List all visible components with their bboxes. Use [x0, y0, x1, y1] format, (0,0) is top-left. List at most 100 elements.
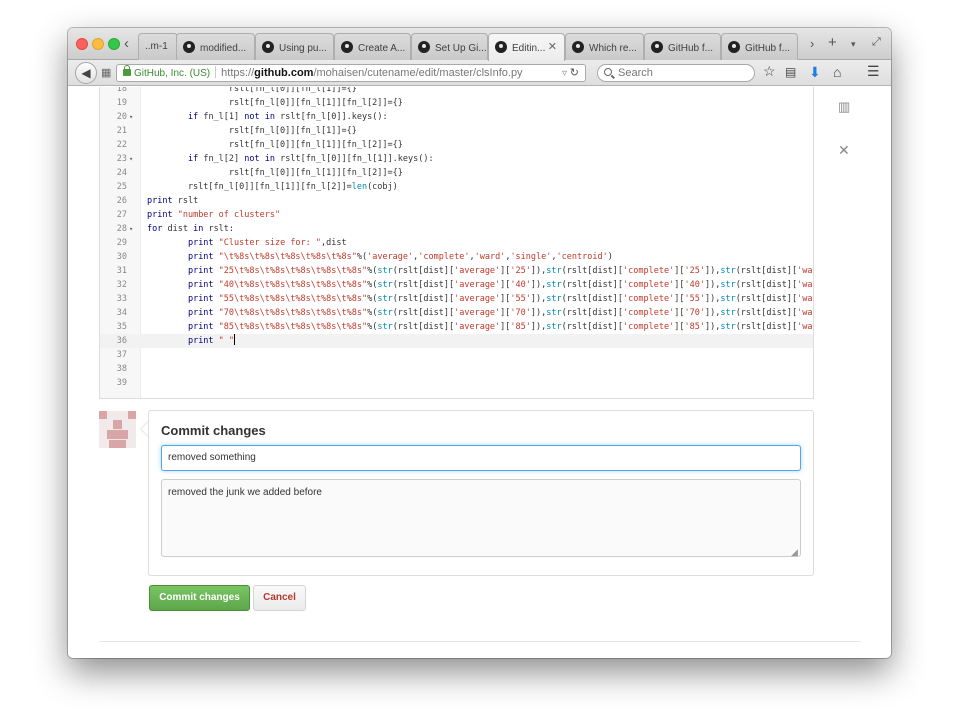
downloads-icon[interactable]: ⬇ — [809, 64, 821, 81]
code-line[interactable]: 31 print "25\t%8s\t%8s\t%8s\t%8s\t%8s"%(… — [100, 264, 813, 278]
github-icon — [572, 41, 584, 53]
site-identity[interactable]: GitHub, Inc. (US) — [134, 68, 210, 79]
code-line[interactable]: 38 — [100, 362, 813, 376]
new-tab-button[interactable]: + — [828, 34, 837, 51]
browser-tab[interactable]: Set Up Gi... — [411, 33, 488, 60]
code-token: "40\t%8s\t%8s\t%8s\t%8s\t%8s" — [218, 280, 368, 290]
browser-tab[interactable]: Which re... — [565, 33, 644, 60]
browser-tab[interactable]: Create A... — [334, 33, 411, 60]
code-token: (cobj) — [367, 182, 398, 192]
line-number: 32 — [116, 280, 127, 290]
home-icon[interactable]: ⌂ — [833, 64, 841, 80]
line-number: 39 — [116, 378, 127, 388]
commit-form-title: Commit changes — [161, 423, 266, 438]
search-field[interactable]: Search — [597, 64, 755, 82]
code-token: %( — [367, 322, 378, 332]
navigation-bar: ◀ ▦ GitHub, Inc. (US) https://github.com/… — [68, 60, 891, 86]
code-token: "\t%8s\t%8s\t%8s\t%8s\t%8s" — [218, 252, 357, 262]
code-token: ]), — [704, 308, 721, 318]
bookmark-star-icon[interactable]: ☆ — [763, 63, 776, 80]
code-token: ][ — [500, 294, 511, 304]
line-number: 18 — [116, 87, 127, 94]
address-bar[interactable]: GitHub, Inc. (US) https://github.com/moha… — [116, 64, 586, 82]
code-line[interactable]: 25 rslt[fn_l[0]][fn_l[1]][fn_l[2]]=len(c… — [100, 180, 813, 194]
graphs-icon[interactable]: ▥ — [838, 99, 850, 115]
code-token: ]), — [704, 266, 721, 276]
code-line[interactable]: 32 print "40\t%8s\t%8s\t%8s\t%8s\t%8s"%(… — [100, 278, 813, 292]
code-token: rslt[fn_l[0]][fn_l[1]][fn_l[2]]={} — [147, 98, 403, 108]
code-line[interactable]: 19 rslt[fn_l[0]][fn_l[1]][fn_l[2]]={} — [100, 96, 813, 110]
browser-tab[interactable]: ..m-1 — [138, 33, 178, 60]
code-token: rslt[fn_l[0]][fn_l[1]][fn_l[2]]={} — [147, 140, 403, 150]
resize-handle-icon[interactable]: ◢ — [791, 547, 798, 558]
code-token: not in — [244, 112, 275, 122]
code-token: (rslt[dist][ — [561, 280, 624, 290]
code-line[interactable]: 23 ▾ if fn_l[2] not in rslt[fn_l[0]][fn_l… — [100, 152, 813, 166]
github-icon — [495, 41, 507, 53]
browser-tab[interactable]: GitHub f... — [644, 33, 721, 60]
code-editor[interactable]: 18 rslt[fn_l[0]][fn_l[1]]={} 19 rslt[fn_l… — [99, 87, 814, 399]
cancel-button[interactable]: Cancel — [253, 585, 306, 611]
tab-list-dropdown-icon[interactable]: ▾ — [851, 39, 856, 50]
code-line[interactable]: 39 — [100, 376, 813, 390]
bookmarks-menu-icon[interactable]: ▤ — [785, 65, 796, 79]
code-line[interactable]: 35 print "85\t%8s\t%8s\t%8s\t%8s\t%8s"%(… — [100, 320, 813, 334]
fold-toggle-icon[interactable]: ▾ — [129, 222, 133, 236]
code-line[interactable]: 36 print " " — [100, 334, 813, 348]
code-token: print — [187, 280, 214, 290]
code-token: (rslt[dist][ — [392, 266, 455, 276]
fold-toggle-icon[interactable]: ▾ — [129, 152, 133, 166]
code-token: '70' — [684, 308, 705, 318]
commit-summary-input[interactable]: removed something — [161, 445, 801, 471]
browser-tab[interactable]: Editin... ✕ — [488, 33, 565, 61]
commit-description-input[interactable]: removed the junk we added before — [161, 479, 801, 557]
line-text: rslt[fn_l[0]][fn_l[1]]={} — [147, 87, 357, 96]
code-token: "25\t%8s\t%8s\t%8s\t%8s\t%8s" — [218, 266, 368, 276]
line-number: 28 — [116, 224, 127, 234]
fold-toggle-icon[interactable]: ▾ — [129, 110, 133, 124]
code-line[interactable]: 26 print rslt — [100, 194, 813, 208]
close-tab-icon[interactable]: ✕ — [548, 40, 557, 53]
code-token: (rslt[dist][ — [392, 322, 455, 332]
code-line[interactable]: 27 print "number of clusters" — [100, 208, 813, 222]
code-line[interactable]: 21 rslt[fn_l[0]][fn_l[1]]={} — [100, 124, 813, 138]
code-line[interactable]: 22 rslt[fn_l[0]][fn_l[1]][fn_l[2]]={} — [100, 138, 813, 152]
history-dropdown-icon[interactable]: ▿ — [562, 68, 567, 79]
code-line[interactable]: 37 — [100, 348, 813, 362]
tabs-scroll-left-icon[interactable]: ‹ — [124, 35, 129, 52]
fullscreen-icon[interactable]: ⤢ — [872, 36, 881, 49]
code-token: dist — [162, 224, 194, 234]
code-line[interactable]: 33 print "55\t%8s\t%8s\t%8s\t%8s\t%8s"%(… — [100, 292, 813, 306]
browser-tab[interactable]: Using pu... — [255, 33, 334, 60]
close-window-button[interactable] — [76, 38, 88, 50]
code-token: (rslt[dist][ — [392, 294, 455, 304]
commit-changes-button[interactable]: Commit changes — [149, 585, 250, 611]
code-token: (rslt[dist][ — [735, 266, 798, 276]
settings-tools-icon[interactable]: ✕ — [838, 142, 850, 159]
tab-label: ..m-1 — [145, 41, 168, 52]
browser-tab[interactable]: modified... — [176, 33, 255, 60]
code-line[interactable]: 34 print "70\t%8s\t%8s\t%8s\t%8s\t%8s"%(… — [100, 306, 813, 320]
line-number: 21 — [116, 126, 127, 136]
line-number: 34 — [116, 308, 127, 318]
code-token: str — [720, 308, 736, 318]
code-line[interactable]: 24 rslt[fn_l[0]][fn_l[1]][fn_l[2]]={} — [100, 166, 813, 180]
minimize-window-button[interactable] — [92, 38, 104, 50]
reload-icon[interactable]: ↻ — [570, 67, 579, 79]
browser-tab[interactable]: GitHub f... — [721, 33, 798, 60]
code-token: len — [351, 182, 368, 192]
tabs-scroll-right-icon[interactable]: › — [810, 36, 814, 51]
code-line[interactable]: 29 print "Cluster size for: ",dist — [100, 236, 813, 250]
code-line[interactable]: 18 rslt[fn_l[0]][fn_l[1]]={} — [100, 87, 813, 96]
code-token: '40' — [684, 280, 705, 290]
zoom-window-button[interactable] — [108, 38, 120, 50]
menu-icon[interactable]: ☰ — [867, 63, 880, 80]
code-token: '85' — [684, 322, 705, 332]
back-button[interactable]: ◀ — [75, 62, 97, 84]
code-line[interactable]: 30 print "\t%8s\t%8s\t%8s\t%8s\t%8s"%('a… — [100, 250, 813, 264]
code-line[interactable]: 28 ▾ for dist in rslt: — [100, 222, 813, 236]
code-line[interactable]: 20 ▾ if fn_l[1] not in rslt[fn_l[0]].keys… — [100, 110, 813, 124]
reading-list-icon[interactable]: ▦ — [101, 66, 111, 79]
